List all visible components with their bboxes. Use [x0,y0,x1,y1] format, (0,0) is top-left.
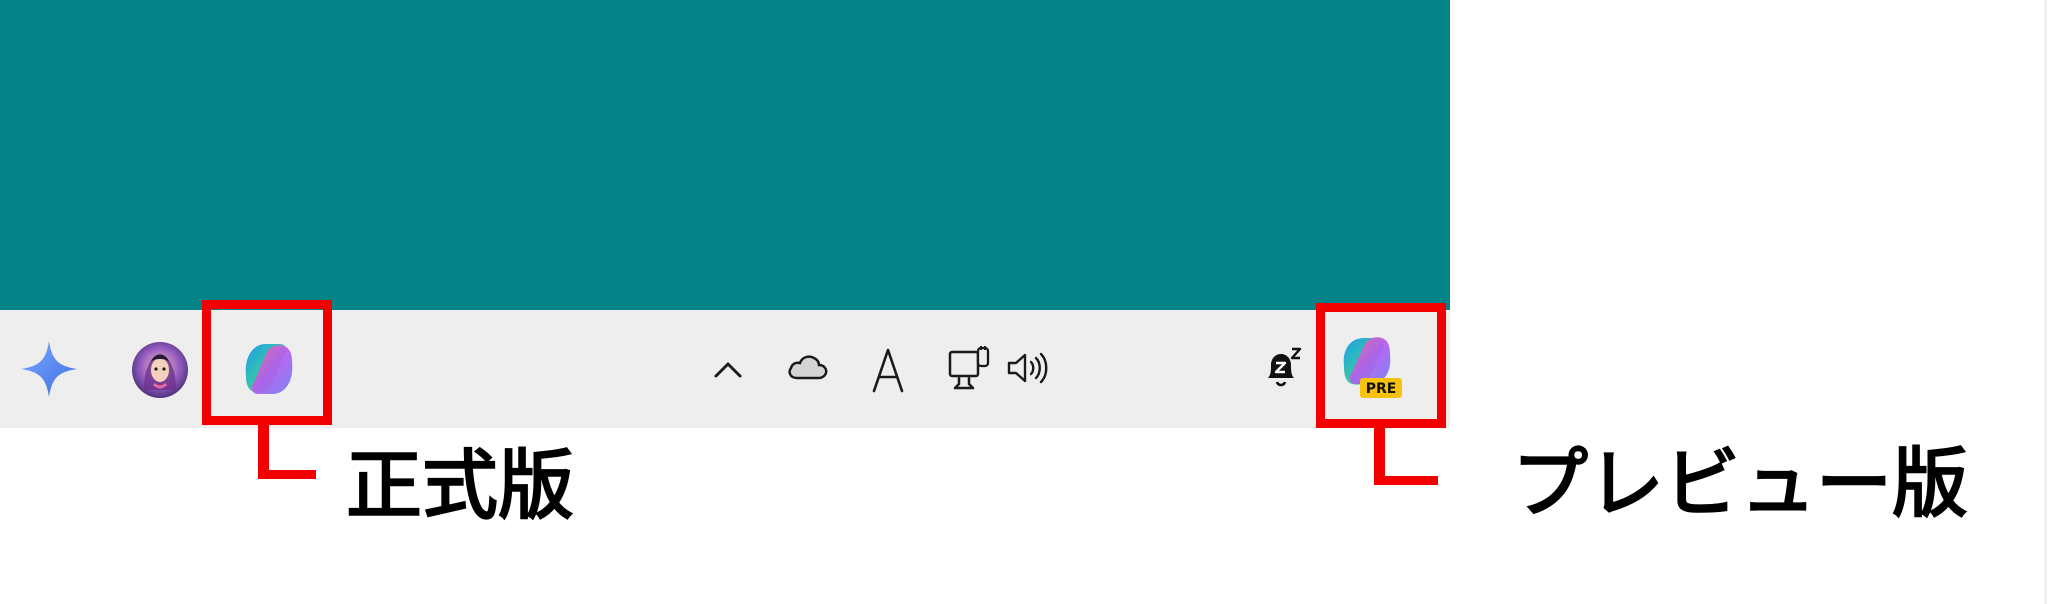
sparkle-star-icon[interactable] [18,338,80,400]
cloud-icon[interactable] [785,350,829,384]
user-avatar-icon[interactable] [130,340,190,400]
ime-mode-a-icon[interactable] [868,345,908,395]
speaker-volume-icon[interactable] [1005,350,1051,386]
network-wired-icon[interactable] [947,344,991,392]
right-edge-line [2044,0,2047,604]
notification-bell-snooze-icon[interactable] [1262,346,1304,392]
stable-highlight-box [202,300,332,425]
preview-version-label: プレビュー版 [1512,439,1968,528]
desktop-background [0,0,1450,310]
stable-leader-horizontal [258,470,316,479]
preview-highlight-box [1316,303,1446,428]
stable-version-label: 正式版 [346,441,574,530]
preview-leader-horizontal [1374,476,1438,485]
chevron-up-icon[interactable] [712,357,744,381]
screenshot-canvas: PRE 正式版 プレビュー版 [0,0,2050,604]
